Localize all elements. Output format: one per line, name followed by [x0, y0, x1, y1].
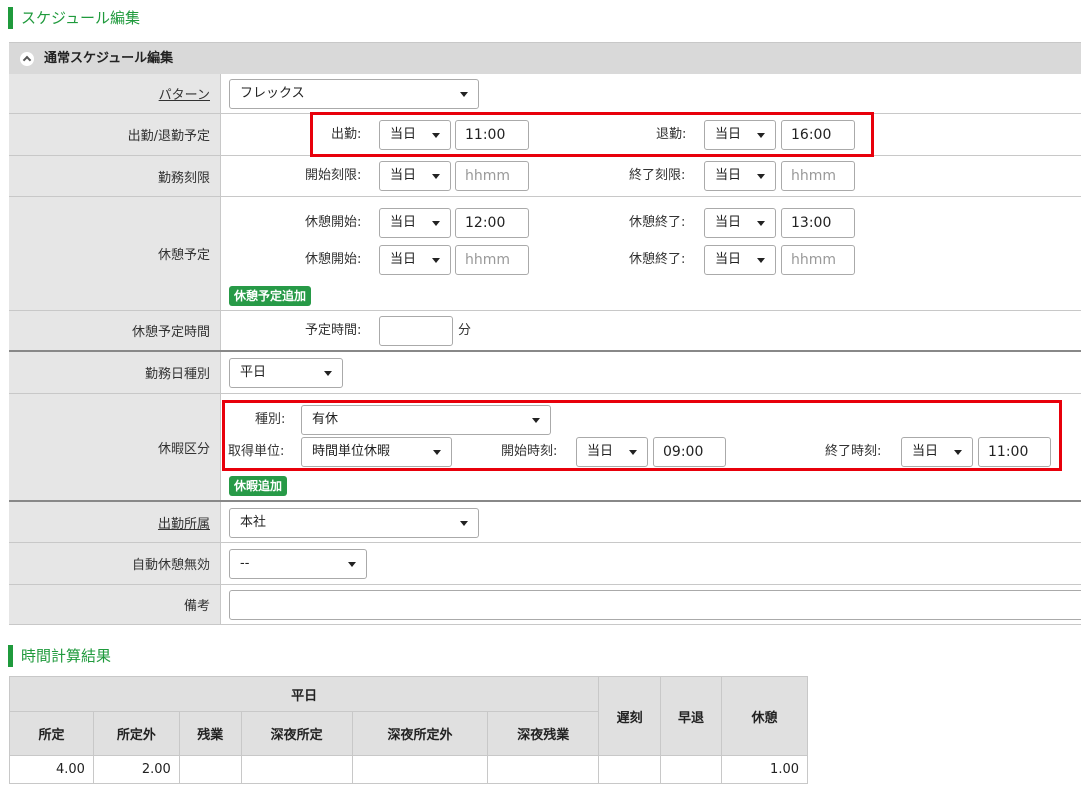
break-end-input[interactable]: 13:00 [781, 208, 855, 238]
break-time-row: 休憩予定時間 予定時間: 分 [9, 311, 1081, 352]
header-night-non-scheduled: 深夜所定外 [351, 711, 489, 756]
break-start-day-select[interactable]: 当日 [379, 245, 451, 275]
office-row: 出勤所属 本社 [9, 502, 1081, 543]
break-plan-row: 休憩予定 休憩開始: 当日 12:00 休憩終了: 当日 13:00 休憩開始:… [9, 197, 1081, 311]
remarks-row: 備考 [9, 585, 1081, 625]
chevron-down-icon [757, 258, 765, 263]
workday-type-row: 勤務日種別 平日 [9, 352, 1081, 394]
group-header: 平日 [8, 676, 600, 712]
table-cell: 2.00 [92, 755, 180, 784]
break-end-day-select[interactable]: 当日 [704, 245, 776, 275]
limit-end-label: 終了刻限: [629, 168, 686, 183]
header-night-scheduled: 深夜所定 [240, 711, 353, 756]
panel-title: 通常スケジュール編集 [44, 51, 174, 66]
limit-start-day-select[interactable]: 当日 [379, 161, 451, 191]
remarks-label: 備考 [9, 585, 221, 624]
break-start-label: 休憩開始: [305, 215, 362, 230]
result-title: 時間計算結果 [8, 645, 111, 667]
leave-label: 休暇区分 [9, 394, 221, 500]
limit-end-day-select[interactable]: 当日 [704, 161, 776, 191]
chevron-down-icon [348, 562, 356, 567]
break-end-input[interactable]: hhmm [781, 245, 855, 275]
attendance-label: 出勤/退勤予定 [9, 114, 221, 155]
add-break-button[interactable]: 休憩予定追加 [229, 286, 312, 306]
remarks-input[interactable] [229, 590, 1081, 620]
highlight-leave [222, 400, 1062, 471]
page-title: スケジュール編集 [8, 7, 140, 29]
break-start-label: 休憩開始: [305, 252, 362, 267]
limit-start-label: 開始刻限: [305, 168, 362, 183]
auto-break-select[interactable]: -- [229, 549, 367, 579]
chevron-down-icon [432, 174, 440, 179]
collapse-icon[interactable] [20, 52, 34, 66]
header-late: 遅刻 [598, 676, 662, 756]
break-plan-label: 休憩予定 [9, 197, 221, 310]
table-cell [660, 755, 722, 784]
break-end-label: 休憩終了: [629, 215, 686, 230]
chevron-down-icon [324, 371, 332, 376]
highlight-attendance [310, 112, 874, 157]
chevron-down-icon [757, 174, 765, 179]
pattern-select[interactable]: フレックス [229, 79, 479, 109]
break-end-day-select[interactable]: 当日 [704, 208, 776, 238]
minutes-unit: 分 [458, 323, 472, 338]
planned-time-label: 予定時間: [305, 323, 362, 338]
chevron-down-icon [757, 221, 765, 226]
table-cell [178, 755, 242, 784]
table-cell [240, 755, 353, 784]
work-limit-label: 勤務刻限 [9, 156, 221, 196]
office-select[interactable]: 本社 [229, 508, 479, 538]
table-cell [351, 755, 489, 784]
header-non-scheduled: 所定外 [92, 711, 180, 756]
chevron-down-icon [432, 221, 440, 226]
chevron-down-icon [460, 521, 468, 526]
header-night-overtime: 深夜残業 [487, 711, 600, 756]
add-leave-button[interactable]: 休暇追加 [229, 476, 288, 496]
table-cell: 4.00 [9, 755, 94, 784]
table-cell [487, 755, 600, 784]
chevron-down-icon [460, 92, 468, 97]
workday-type-select[interactable]: 平日 [229, 358, 343, 388]
auto-break-label: 自動休憩無効 [9, 543, 221, 584]
break-end-label: 休憩終了: [629, 252, 686, 267]
break-start-input[interactable]: hhmm [455, 245, 529, 275]
header-scheduled: 所定 [9, 711, 94, 756]
chevron-down-icon [432, 258, 440, 263]
break-start-day-select[interactable]: 当日 [379, 208, 451, 238]
limit-start-input[interactable]: hhmm [455, 161, 529, 191]
office-label[interactable]: 出勤所属 [9, 502, 221, 542]
result-table: 平日 遅刻 早退 休憩 所定 所定外 残業 深夜所定 深夜所定外 深夜残業 4.… [8, 676, 809, 784]
pattern-row: パターン フレックス [9, 74, 1081, 114]
table-cell: 1.00 [720, 755, 809, 784]
limit-end-input[interactable]: hhmm [781, 161, 855, 191]
workday-type-label: 勤務日種別 [9, 352, 221, 393]
table-row: 4.00 2.00 1.00 [9, 755, 809, 784]
header-early-leave: 早退 [660, 676, 722, 756]
planned-time-input[interactable] [379, 316, 453, 346]
break-time-label: 休憩予定時間 [9, 311, 221, 350]
break-start-input[interactable]: 12:00 [455, 208, 529, 238]
pattern-label[interactable]: パターン [9, 74, 221, 113]
header-overtime: 残業 [178, 711, 242, 756]
auto-break-row: 自動休憩無効 -- [9, 543, 1081, 585]
table-cell [598, 755, 662, 784]
work-limit-row: 勤務刻限 開始刻限: 当日 hhmm 終了刻限: 当日 hhmm [9, 156, 1081, 197]
header-break: 休憩 [720, 676, 809, 756]
panel-header[interactable]: 通常スケジュール編集 [9, 42, 1081, 74]
